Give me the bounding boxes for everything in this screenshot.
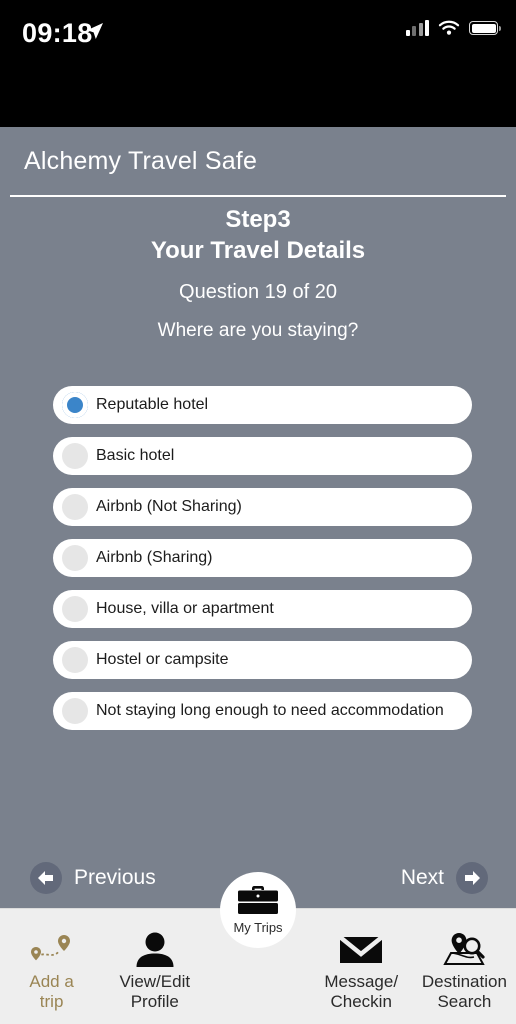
answer-option-label: Airbnb (Sharing): [96, 549, 213, 566]
tab-label-line2: Profile: [130, 992, 179, 1011]
header-divider: [10, 195, 506, 197]
radio-button[interactable]: [62, 494, 88, 520]
tab-label-line1: Destination: [421, 972, 507, 991]
status-bar-time: 09:18: [22, 18, 93, 48]
app-title: Alchemy Travel Safe: [24, 147, 258, 175]
next-label: Next: [400, 866, 444, 889]
status-bar: 09:18: [0, 0, 516, 127]
answer-option-label: Hostel or campsite: [96, 651, 229, 668]
question-prompt: Where are you staying?: [157, 320, 359, 341]
question-progress: Question 19 of 20: [179, 281, 337, 303]
tab-label-line2: trip: [39, 992, 64, 1011]
briefcase-icon: [238, 886, 278, 914]
tab-label-line1: Add a: [29, 972, 74, 991]
status-bar-indicators: [405, 20, 501, 36]
answer-options-list: Reputable hotel Basic hotel Airbnb (Not Sh…: [53, 386, 472, 743]
app-header: Alchemy Travel Safe: [0, 127, 516, 196]
answer-option[interactable]: Reputable hotel: [53, 386, 472, 424]
tab-label-message-checkin: Message/ Checkin: [324, 972, 398, 1012]
tab-message-checkin[interactable]: Message/ Checkin: [310, 909, 413, 1012]
question-block: Step3 Your Travel Details Question 19 of…: [0, 205, 516, 342]
answer-option-label: House, villa or apartment: [96, 600, 274, 617]
cellular-signal-icon: [405, 20, 429, 36]
my-trips-label: My Trips: [233, 920, 283, 935]
battery-icon: [469, 21, 501, 35]
app-screen: 09:18 Alchemy Travel Safe Step3 Your Tra…: [0, 0, 516, 1024]
envelope-icon: [338, 927, 384, 967]
tab-label-view-edit-profile: View/Edit Profile: [120, 972, 191, 1012]
map-search-icon: [439, 927, 489, 967]
step-number: Step3: [225, 206, 291, 233]
answer-option[interactable]: Hostel or campsite: [53, 641, 472, 679]
radio-button[interactable]: [62, 545, 88, 571]
previous-label: Previous: [74, 866, 156, 889]
answer-option-label: Not staying long enough to need accommod…: [96, 702, 444, 719]
previous-button[interactable]: Previous: [30, 862, 156, 894]
radio-button-selected[interactable]: [62, 392, 88, 418]
next-button[interactable]: Next: [401, 862, 488, 894]
tab-label-line1: Message/: [324, 972, 399, 991]
arrow-right-icon: [456, 862, 488, 894]
answer-option-label: Basic hotel: [96, 447, 175, 464]
answer-option-label: Airbnb (Not Sharing): [96, 498, 242, 515]
section-title: Your Travel Details: [150, 237, 366, 264]
tab-label-line2: Checkin: [330, 992, 392, 1011]
tab-label-add-a-trip: Add a trip: [29, 972, 73, 1012]
answer-option[interactable]: Basic hotel: [53, 437, 472, 475]
tab-label-line1: View/Edit: [119, 972, 191, 991]
answer-option-label: Reputable hotel: [96, 396, 209, 413]
tab-view-edit-profile[interactable]: View/Edit Profile: [103, 909, 206, 1012]
radio-button[interactable]: [62, 647, 88, 673]
answer-option[interactable]: Airbnb (Not Sharing): [53, 488, 472, 526]
answer-option[interactable]: Airbnb (Sharing): [53, 539, 472, 577]
tab-destination-search[interactable]: Destination Search: [413, 909, 516, 1012]
wifi-icon: [438, 20, 460, 35]
tab-label-line2: Search: [437, 992, 492, 1011]
answer-option[interactable]: Not staying long enough to need accommod…: [53, 692, 472, 730]
answer-option[interactable]: House, villa or apartment: [53, 590, 472, 628]
route-pins-icon: [27, 927, 77, 967]
my-trips-button[interactable]: My Trips: [220, 872, 296, 948]
location-arrow-icon: [86, 22, 104, 45]
person-icon: [133, 927, 177, 967]
arrow-left-icon: [30, 862, 62, 894]
tab-add-a-trip[interactable]: Add a trip: [0, 909, 103, 1012]
radio-button[interactable]: [62, 698, 88, 724]
tab-label-destination-search: Destination Search: [422, 972, 507, 1012]
radio-button[interactable]: [62, 443, 88, 469]
radio-button[interactable]: [62, 596, 88, 622]
